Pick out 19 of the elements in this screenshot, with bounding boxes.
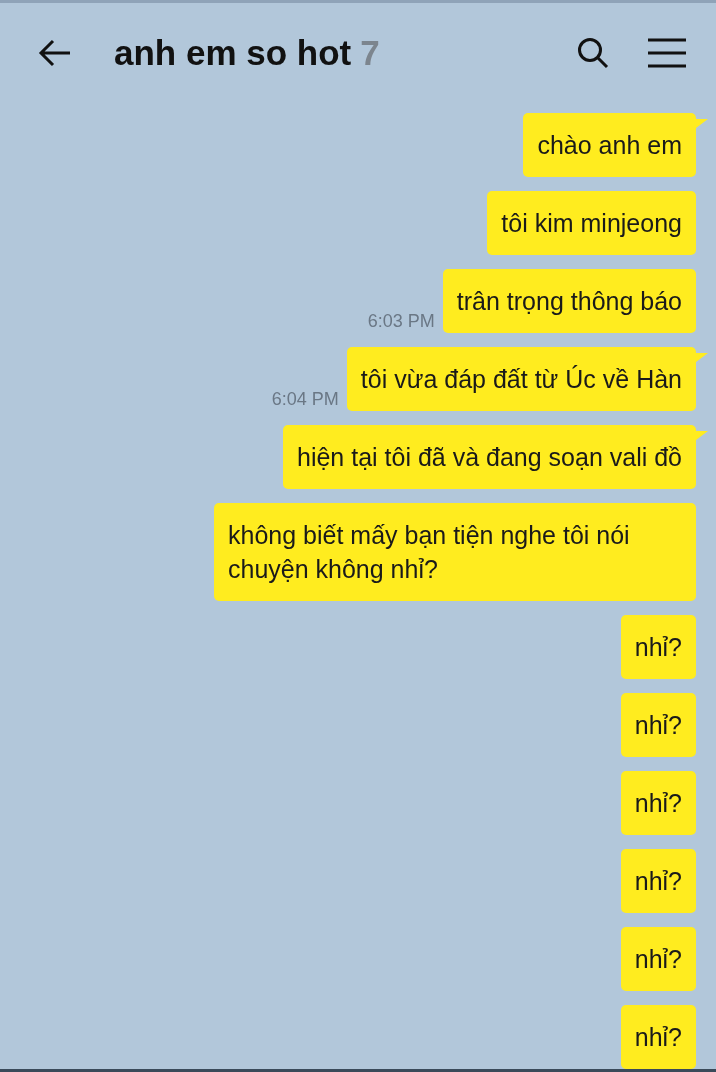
message-bubble: không biết mấy bạn tiện nghe tôi nói chuyện không nhỉ?: [214, 503, 696, 601]
message-bubble: chào anh em: [523, 113, 696, 177]
message-bubble: tôi vừa đáp đất từ Úc về Hàn: [346, 347, 696, 411]
message-bubble: nhỉ?: [620, 849, 696, 913]
message-bubble: nhỉ?: [620, 615, 696, 679]
back-button[interactable]: [38, 38, 72, 68]
message-time: 6:03 PM: [367, 311, 435, 333]
message-bubble: nhỉ?: [620, 1005, 696, 1069]
message-bubble: nhỉ?: [620, 927, 696, 991]
message-bubble: nhỉ?: [620, 771, 696, 835]
message-bubble: trân trọng thông báo: [442, 269, 696, 333]
message-bubble: nhỉ?: [620, 693, 696, 757]
search-button[interactable]: [576, 36, 610, 70]
member-count: 7: [360, 33, 380, 73]
message-time: 6:04 PM: [271, 389, 339, 411]
menu-button[interactable]: [648, 38, 686, 68]
chat-title: anh em so hot: [114, 33, 352, 73]
message-bubble: hiện tại tôi đã và đang soạn vali đồ: [283, 425, 696, 489]
message-bubble: tôi kim minjeong: [487, 191, 696, 255]
